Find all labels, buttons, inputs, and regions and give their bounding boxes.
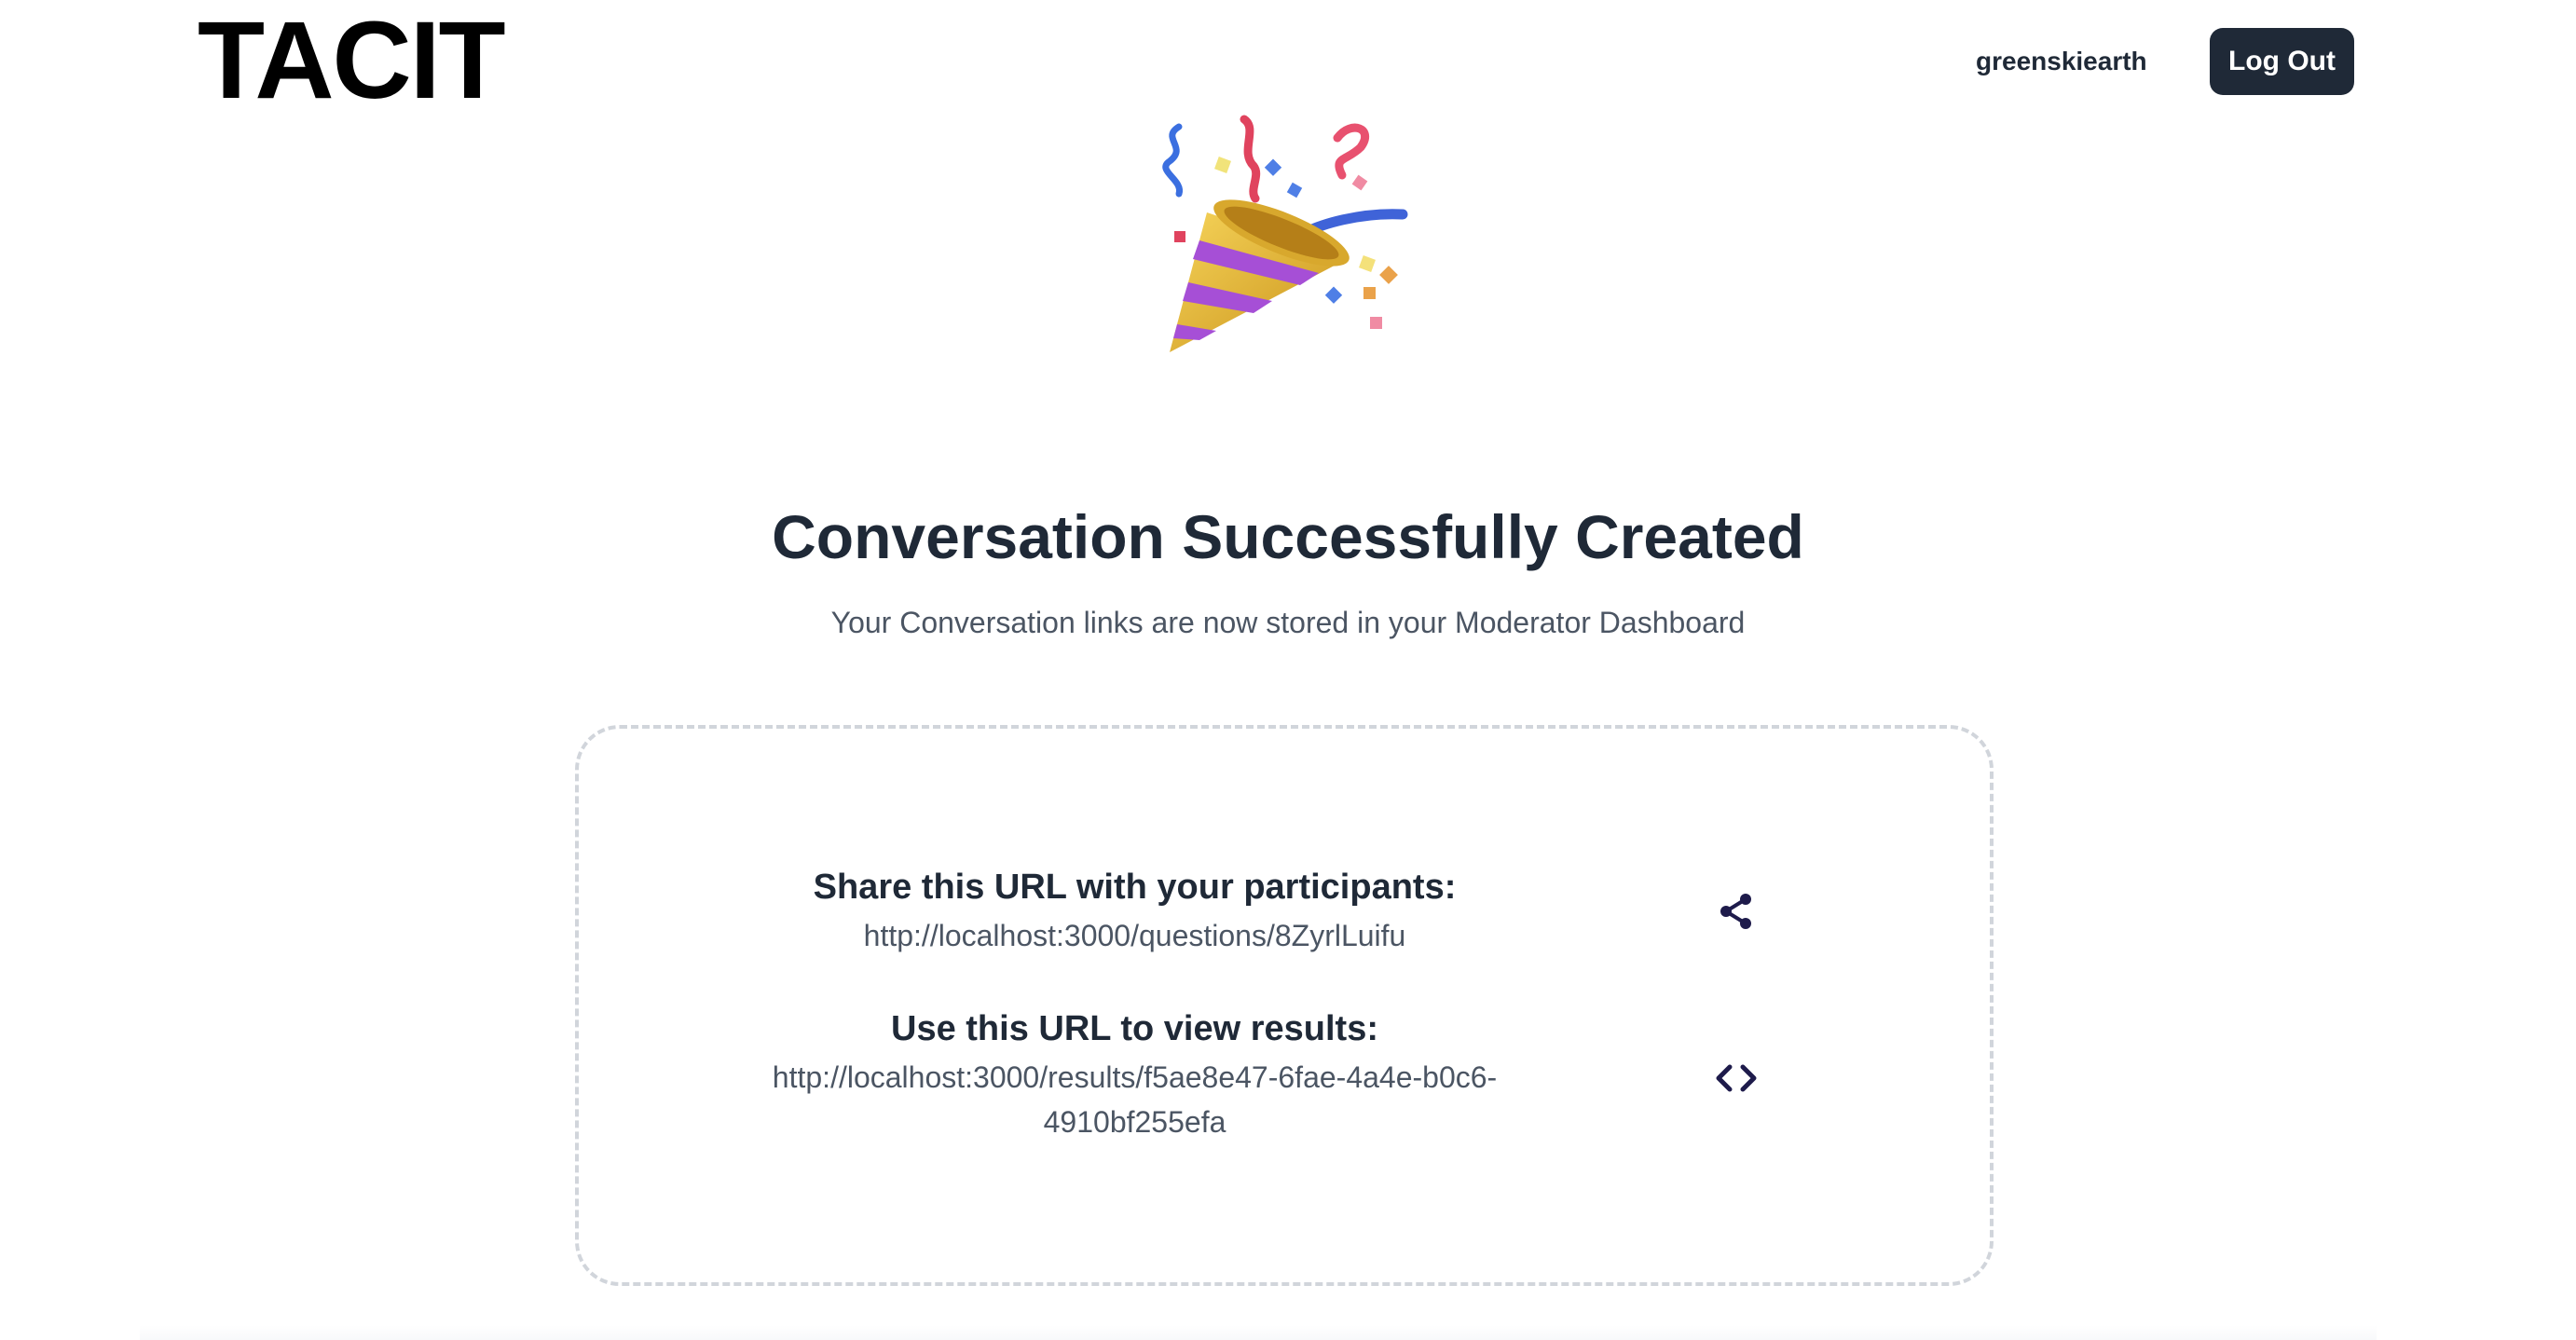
party-popper-icon [1162, 115, 1408, 352]
results-url-block: Use this URL to view results: http://loc… [755, 1008, 1514, 1144]
code-icon [1716, 1064, 1757, 1092]
results-url-link[interactable]: http://localhost:3000/results/f5ae8e47-6… [755, 1055, 1514, 1144]
share-url-link[interactable]: http://localhost:3000/questions/8ZyrlLui… [755, 913, 1514, 958]
page-subtitle: Your Conversation links are now stored i… [830, 606, 1746, 639]
logout-button[interactable]: Log Out [2210, 28, 2354, 95]
share-url-label: Share this URL with your participants: [813, 868, 1457, 907]
share-url-block: Share this URL with your participants: h… [755, 867, 1514, 958]
share-button[interactable] [1713, 888, 1760, 935]
username-label[interactable]: greenskiearth [1976, 47, 2147, 76]
view-results-button[interactable] [1713, 1055, 1760, 1101]
app-logo[interactable]: TACIT [198, 6, 506, 116]
footer-edge [140, 1325, 2377, 1340]
page-title: Conversation Successfully Created [772, 502, 1804, 571]
links-card [575, 725, 1994, 1286]
results-url-label: Use this URL to view results: [891, 1009, 1378, 1048]
share-icon [1720, 894, 1751, 929]
